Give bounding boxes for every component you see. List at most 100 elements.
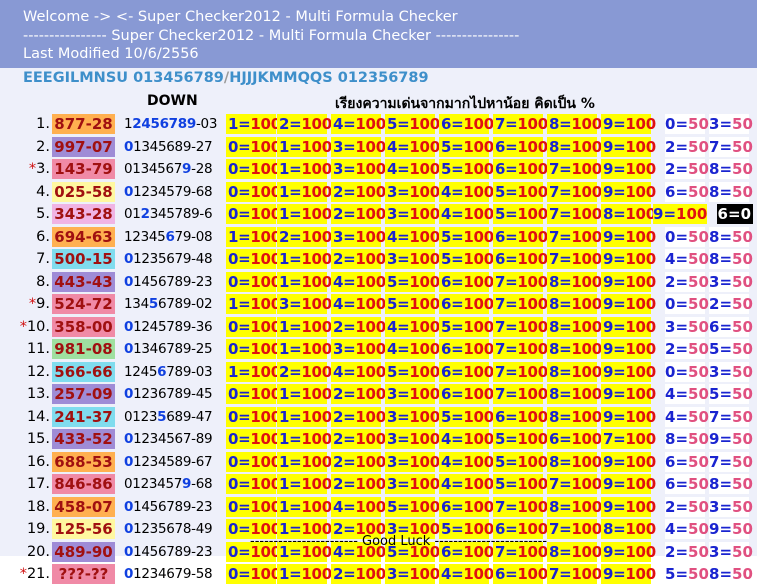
digit-set: 12456789-03 bbox=[124, 116, 218, 132]
formula-cell: 0=100 bbox=[226, 136, 281, 157]
formula-cell: 6=100 bbox=[493, 564, 548, 584]
row-number: 12. bbox=[17, 362, 50, 382]
row-number: *3. bbox=[17, 159, 50, 179]
digit-set: 01234589-67 bbox=[124, 453, 213, 470]
formula-cell: 6=100 bbox=[493, 159, 548, 179]
row-number: *9. bbox=[17, 294, 50, 314]
number-pair: 524-72 bbox=[52, 294, 115, 314]
formula-cell: 5=100 bbox=[493, 204, 548, 224]
formula-cell: 7=100 bbox=[547, 564, 602, 584]
formula-cell: 4=100 bbox=[385, 316, 440, 337]
formula-cell: 1=100 bbox=[277, 564, 332, 584]
table-row: *3. 143-79 01345679-28 0=100 1=100 3=100 4=100… bbox=[0, 158, 757, 179]
footer-good-luck: ----------------------- Good Luck ------… bbox=[250, 534, 548, 549]
formula-cell: 1=100 bbox=[277, 136, 332, 157]
number-pair: 846-86 bbox=[52, 474, 115, 494]
formula-cell: 5=100 bbox=[493, 474, 548, 494]
table-row: *10. 358-00 01245789-36 0=100 1=100 2=100 4=10… bbox=[0, 316, 757, 337]
formula-cell: 4=100 bbox=[439, 204, 494, 224]
formula-cell: 5=100 bbox=[439, 316, 494, 337]
row-number-text: 1. bbox=[36, 116, 50, 132]
number-pair: 143-79 bbox=[52, 159, 115, 179]
formula-cell: 7=100 bbox=[493, 496, 548, 517]
formula-cell: 5=100 bbox=[385, 361, 440, 382]
table-row: 18. 458-07 01456789-23 0=100 1=100 4=100 5=100… bbox=[0, 496, 757, 517]
formula-cell: 5=100 bbox=[385, 496, 440, 517]
formula-code: EEEGILMNSU 013456789/HJJJKMMQQS 01235678… bbox=[23, 70, 429, 86]
formula-cell: 9=100 bbox=[601, 361, 656, 382]
table-row: 17. 846-86 01234579-68 0=100 1=100 2=100 3=100… bbox=[0, 473, 757, 494]
formula-cell: 3=100 bbox=[385, 429, 440, 449]
percent-cell: 8=50 bbox=[709, 564, 753, 584]
formula-cell: 0=100 bbox=[226, 271, 281, 292]
formula-cell: 9=100 bbox=[601, 541, 656, 562]
digit-set: 12456789-03 bbox=[124, 363, 213, 380]
formula-cell: 7=100 bbox=[493, 339, 548, 359]
row-number: 7. bbox=[17, 249, 50, 269]
formula-cell: 0=100 bbox=[226, 429, 281, 449]
row-number: 14. bbox=[17, 407, 50, 427]
formula-cell: 2=100 bbox=[331, 474, 386, 494]
formula-cell: 0=100 bbox=[226, 159, 281, 179]
formula-cell: 6=100 bbox=[493, 406, 548, 427]
number-pair: 458-07 bbox=[52, 496, 115, 517]
percent-cell: 3=50 bbox=[709, 114, 753, 134]
formula-cell: 4=100 bbox=[331, 294, 386, 314]
formula-cell: 6=100 bbox=[439, 114, 494, 134]
formula-cell: 8=100 bbox=[547, 496, 602, 517]
percent-cell: 8=50 bbox=[709, 249, 753, 269]
formula-cell: 9=100 bbox=[601, 406, 656, 427]
formula-cell: 1=100 bbox=[277, 316, 332, 337]
formula-cell: 7=100 bbox=[547, 249, 602, 269]
row-number-text: 3. bbox=[36, 161, 50, 177]
table-row: 13. 257-09 01236789-45 0=100 1=100 2=100 3=100… bbox=[0, 383, 757, 404]
number-pair: 566-66 bbox=[52, 361, 115, 382]
percent-cell: 0=50 bbox=[665, 226, 709, 247]
formula-cell: 0=100 bbox=[226, 339, 281, 359]
digit-set: 13456789-02 bbox=[124, 296, 213, 312]
table-row: 11. 981-08 01346789-25 0=100 1=100 3=100 4=100… bbox=[0, 338, 757, 359]
row-number-text: 15. bbox=[26, 431, 50, 447]
formula-cell: 8=100 bbox=[547, 339, 602, 359]
row-number-text: 21. bbox=[26, 566, 50, 582]
row-number: 15. bbox=[17, 429, 50, 449]
percent-cell: 3=50 bbox=[665, 316, 709, 337]
formula-cell: 6=100 bbox=[493, 136, 548, 157]
percent-cell: 4=50 bbox=[665, 384, 709, 404]
formula-cell: 4=100 bbox=[439, 451, 494, 472]
row-number-text: 8. bbox=[36, 273, 50, 290]
formula-cell: 5=100 bbox=[439, 159, 494, 179]
formula-cell: 8=100 bbox=[547, 316, 602, 337]
number-pair: 343-28 bbox=[52, 204, 115, 224]
table-row: 4. 025-58 01234579-68 0=100 1=100 2=100 3=100 4… bbox=[0, 181, 757, 202]
percent-cell: 4=50 bbox=[665, 406, 709, 427]
percent-cell: 6=50 bbox=[665, 451, 709, 472]
formula-cell: 8=100 bbox=[547, 406, 602, 427]
row-number-text: 12. bbox=[26, 363, 50, 380]
formula-cell: 7=100 bbox=[493, 294, 548, 314]
formula-cell: 1=100 bbox=[226, 361, 281, 382]
header-banner: Welcome -> <- Super Checker2012 - Multi … bbox=[0, 0, 757, 68]
highlight-digit: 0 bbox=[124, 273, 134, 290]
percent-cell: 6=50 bbox=[709, 316, 753, 337]
formula-cell: 6=100 bbox=[439, 271, 494, 292]
number-pair: 688-53 bbox=[52, 451, 115, 472]
percent-cell: 9=100 bbox=[653, 204, 708, 224]
percent-cell: 3=50 bbox=[709, 496, 753, 517]
formula-cell: 3=100 bbox=[385, 181, 440, 202]
formula-cell: 0=100 bbox=[226, 406, 281, 427]
highlight-digit: 2 bbox=[140, 206, 150, 222]
percent-cell: 5=50 bbox=[709, 339, 753, 359]
highlight-digit: 0 bbox=[124, 431, 134, 447]
number-pair: 997-07 bbox=[52, 136, 115, 157]
formula-cell: 3=100 bbox=[385, 474, 440, 494]
row-number-text: 2. bbox=[36, 138, 50, 155]
formula-cell: 7=100 bbox=[493, 114, 548, 134]
formula-cell: 0=100 bbox=[226, 496, 281, 517]
formula-cell: 3=100 bbox=[385, 249, 440, 269]
formula-cell: 7=100 bbox=[547, 204, 602, 224]
percent-cell: 4=50 bbox=[665, 519, 709, 539]
number-pair: 500-15 bbox=[52, 249, 115, 269]
formula-cell: 2=100 bbox=[331, 204, 386, 224]
percent-cell: 6=50 bbox=[665, 181, 709, 202]
